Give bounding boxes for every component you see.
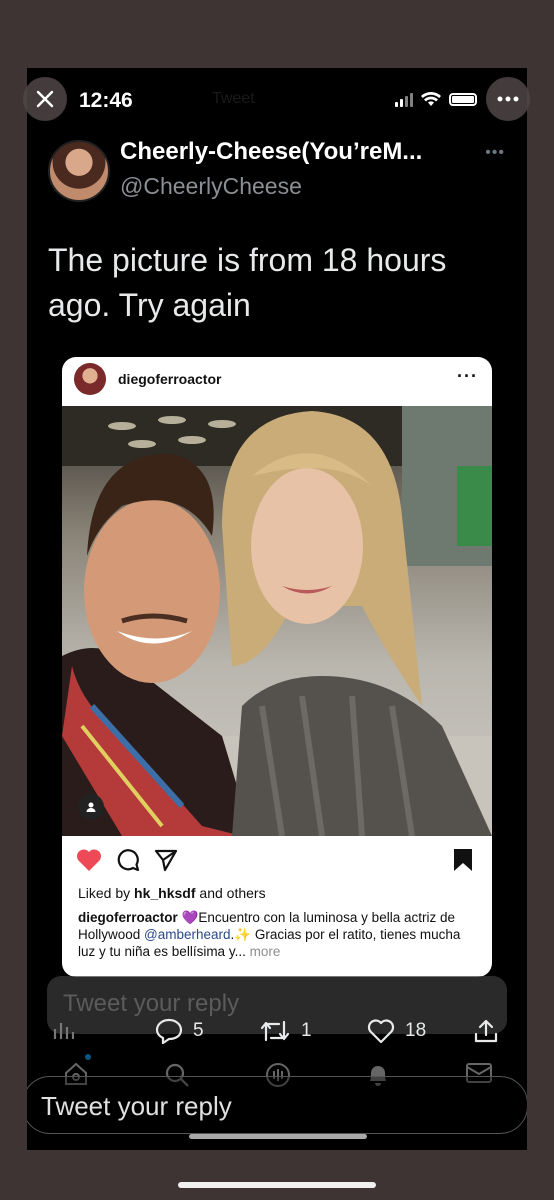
author-avatar[interactable] <box>48 140 110 202</box>
ig-comment-icon <box>117 849 140 872</box>
share-icon <box>474 1019 498 1043</box>
ig-user-tag-icon <box>78 794 104 820</box>
retweet-count: 1 <box>301 1020 312 1041</box>
more-icon <box>497 96 519 102</box>
like-button[interactable]: 18 <box>367 1018 426 1044</box>
ig-photo-art <box>62 406 492 836</box>
status-icons <box>395 92 477 107</box>
ig-likes: Liked by hk_hksdf and others <box>78 885 266 901</box>
ig-caption: diegoferroactor 💜Encuentro con la lumino… <box>78 910 461 959</box>
reply-button[interactable]: 5 <box>155 1018 204 1044</box>
ig-share-icon <box>154 849 178 872</box>
ig-heart-icon <box>76 849 102 871</box>
home-indicator <box>178 1182 376 1188</box>
analytics-icon <box>53 1023 74 1039</box>
more-options-button[interactable] <box>486 77 530 121</box>
ig-header: diegoferroactor ··· <box>62 357 492 403</box>
like-count: 18 <box>405 1020 427 1041</box>
ig-more-icon: ··· <box>457 366 478 386</box>
share-button[interactable] <box>473 1018 499 1044</box>
author-name[interactable]: Cheerly-Cheese(You’reM... <box>120 138 422 166</box>
close-icon <box>36 90 54 108</box>
tweet-media[interactable]: diegoferroactor ··· Liked by hk_hksdf an… <box>62 357 492 977</box>
retweet-icon <box>260 1020 290 1042</box>
ig-username: diegoferroactor <box>118 371 222 387</box>
inner-home-indicator <box>189 1134 367 1139</box>
tweet-actions: 5 1 18 <box>27 1018 527 1058</box>
battery-icon <box>449 93 477 106</box>
tweet-screenshot: Tweet 12:46 Cheerly-Cheese(You’reM... @C… <box>27 68 527 1150</box>
nav-notification-dot <box>85 1054 91 1060</box>
ig-actions <box>76 848 178 872</box>
reply-count: 5 <box>193 1020 204 1041</box>
reply-icon <box>155 1018 183 1044</box>
ig-photo <box>62 406 492 836</box>
tweet-more-icon[interactable]: ••• <box>485 144 505 162</box>
signal-icon <box>395 92 413 107</box>
tweet-text: The picture is from 18 hours ago. Try ag… <box>48 242 447 323</box>
status-time: 12:46 <box>79 89 133 112</box>
reply-placeholder: Tweet your reply <box>41 1091 232 1121</box>
retweet-button[interactable]: 1 <box>259 1018 312 1044</box>
reply-ghost-placeholder: Tweet your reply <box>63 990 240 1017</box>
close-button[interactable] <box>23 77 67 121</box>
ig-bookmark-icon <box>454 849 472 871</box>
reply-input[interactable]: Tweet your reply <box>27 1076 527 1134</box>
analytics-button[interactable] <box>52 1018 74 1040</box>
ig-avatar <box>74 363 106 395</box>
ghost-header-text: Tweet <box>212 90 255 107</box>
author-handle[interactable]: @CheerlyCheese <box>120 173 302 200</box>
heart-icon <box>367 1019 395 1044</box>
wifi-icon <box>421 92 441 106</box>
